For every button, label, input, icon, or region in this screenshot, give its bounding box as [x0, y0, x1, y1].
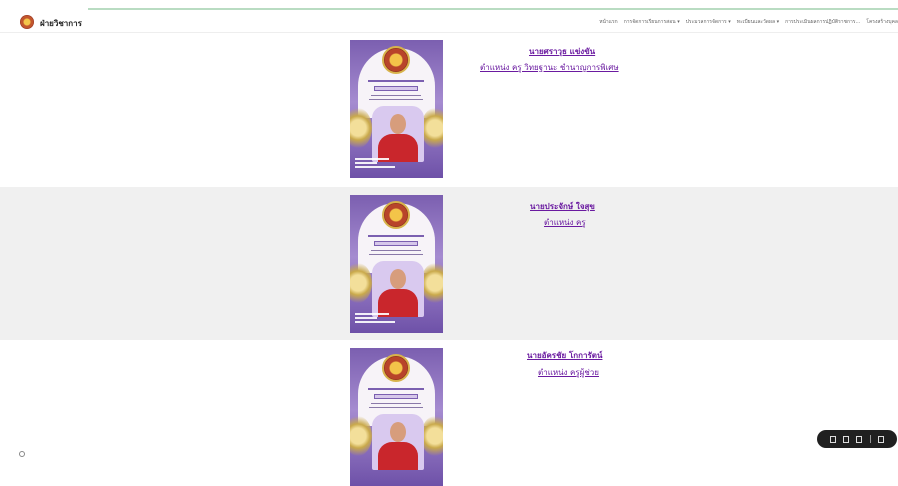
- person-position-link[interactable]: ตำแหน่ง ครู วิทยฐานะ ชำนาญการพิเศษ: [480, 61, 619, 74]
- top-accent-strip: [0, 0, 898, 13]
- device-preview-toolbar: [817, 430, 897, 448]
- poster-line: [369, 99, 423, 100]
- school-seal-icon: [382, 354, 410, 382]
- comment-icon[interactable]: [877, 435, 884, 443]
- poster-line: [369, 254, 423, 255]
- poster-line: [371, 250, 421, 251]
- person-position-link[interactable]: ตำแหน่ง ครู: [544, 216, 586, 229]
- gold-ornament: [421, 263, 443, 303]
- person-head: [390, 422, 406, 442]
- nav-registration[interactable]: ทะเบียนและวัดผล ▾: [737, 18, 779, 26]
- personnel-row: นายศราวุธ แข่งขัน ตำแหน่ง ครู วิทยฐานะ ช…: [0, 34, 898, 186]
- gold-ornament: [421, 416, 443, 456]
- site-header: ฝ่ายวิชาการ หน้าแรก การจัดการเรียนการสอน…: [0, 13, 898, 33]
- person-name-link[interactable]: นายศราวุธ แข่งขัน: [529, 45, 595, 58]
- poster-name-box: [374, 86, 418, 91]
- mobile-view-icon[interactable]: [830, 435, 837, 443]
- tablet-view-icon[interactable]: [843, 435, 850, 443]
- person-name-link[interactable]: นายอัครชัย โกการัตน์: [527, 349, 602, 362]
- desktop-view-icon[interactable]: [856, 435, 863, 443]
- person-head: [390, 114, 406, 134]
- poster-line: [368, 235, 424, 237]
- nav-structure[interactable]: โครงสร้างบุคล: [866, 18, 898, 26]
- person-position-link[interactable]: ตำแหน่ง ครูผู้ช่วย: [538, 366, 599, 379]
- person-photo: [372, 261, 424, 317]
- poster-footer: [355, 158, 405, 170]
- poster-name-box: [374, 394, 418, 399]
- poster-line: [369, 407, 423, 408]
- person-name-link[interactable]: นายประจักษ์ ใจสุข: [530, 200, 595, 213]
- personnel-poster[interactable]: [350, 40, 443, 178]
- nav-home[interactable]: หน้าแรก: [599, 18, 617, 26]
- person-photo: [372, 106, 424, 162]
- toolbar-separator: [869, 435, 871, 443]
- person-head: [390, 269, 406, 289]
- personnel-poster[interactable]: [350, 195, 443, 333]
- gold-ornament: [421, 108, 443, 148]
- nav-teaching[interactable]: การจัดการเรียนการสอน ▾: [624, 18, 680, 26]
- school-logo-icon[interactable]: [20, 15, 34, 29]
- poster-line: [371, 403, 421, 404]
- school-seal-icon: [382, 46, 410, 74]
- person-shirt: [378, 442, 418, 470]
- personnel-row: นายอัครชัย โกการัตน์ ตำแหน่ง ครูผู้ช่วย: [0, 341, 898, 486]
- school-seal-icon: [382, 201, 410, 229]
- personnel-row: นายประจักษ์ ใจสุข ตำแหน่ง ครู: [0, 187, 898, 340]
- poster-name-box: [374, 241, 418, 246]
- poster-line: [371, 95, 421, 96]
- poster-line: [368, 80, 424, 82]
- main-nav: หน้าแรก การจัดการเรียนการสอน ▾ ประมวลการ…: [599, 18, 898, 26]
- site-name[interactable]: ฝ่ายวิชาการ: [40, 17, 82, 30]
- nav-evaluation[interactable]: การประเมินผลการปฏิบัติราชการ...: [785, 18, 860, 26]
- nav-management[interactable]: ประมวลการจัดการ ▾: [686, 18, 731, 26]
- poster-line: [368, 388, 424, 390]
- person-photo: [372, 414, 424, 470]
- poster-footer: [355, 313, 405, 325]
- cookie-settings-icon[interactable]: [19, 451, 25, 457]
- accent-line: [88, 8, 898, 10]
- personnel-poster[interactable]: [350, 348, 443, 486]
